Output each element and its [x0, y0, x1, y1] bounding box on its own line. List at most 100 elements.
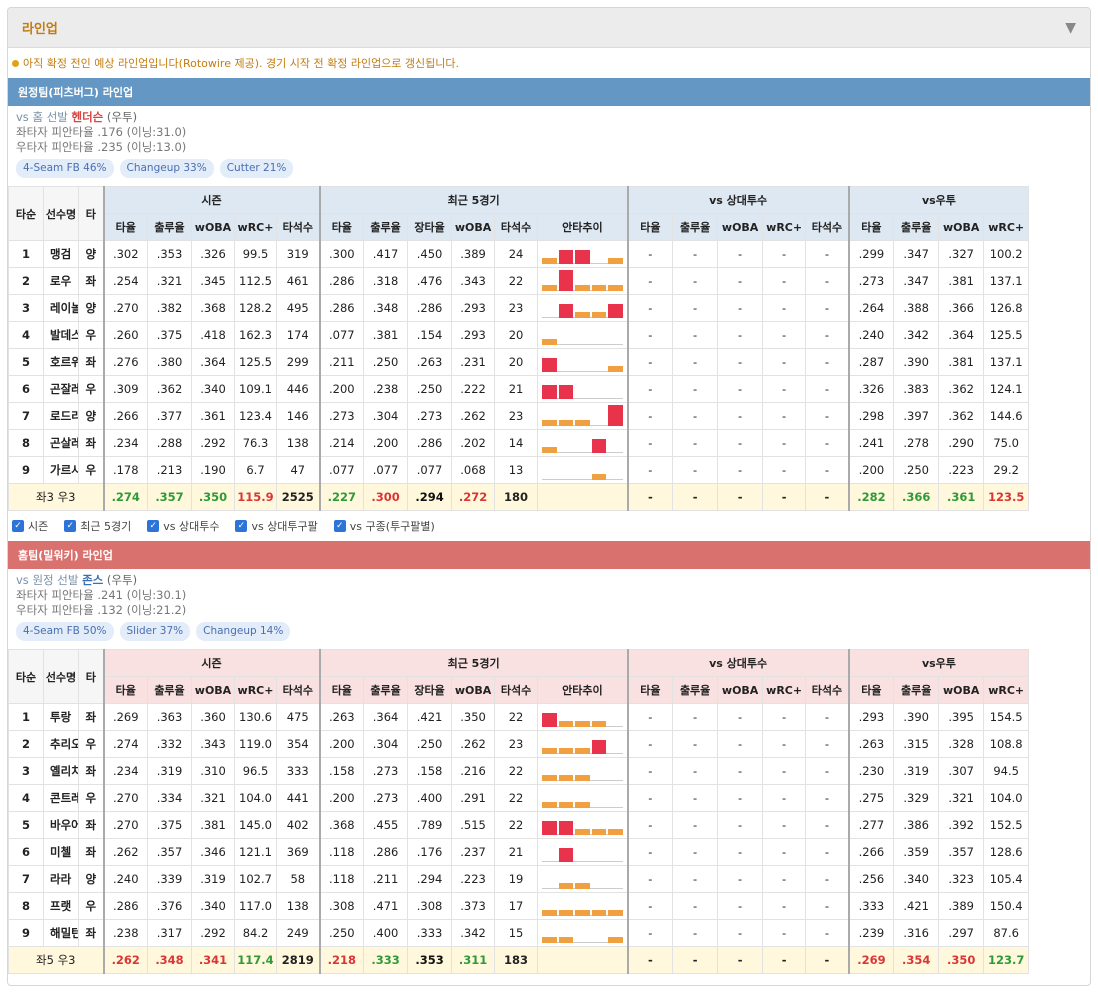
col-header[interactable]: 타율 — [847, 676, 895, 704]
col-header[interactable]: wOBA — [191, 676, 235, 704]
col-header[interactable]: wOBA — [191, 213, 235, 241]
col-header[interactable]: 안타추이 — [537, 676, 629, 704]
checkbox-checked-icon[interactable]: ✓ — [147, 520, 160, 532]
player-name[interactable]: 콘트레라스 — [43, 784, 79, 812]
player-name[interactable]: 호르위츠 — [43, 348, 79, 376]
option-1[interactable]: ✓ 최근 5경기 — [64, 518, 131, 534]
col-header[interactable]: 출루율 — [363, 213, 409, 241]
col-header[interactable]: 타율 — [102, 676, 148, 704]
col-header[interactable]: 타율 — [318, 676, 365, 704]
table-row[interactable]: 8곤살레스좌.234.288.29276.3138.214.200.286.20… — [8, 429, 1030, 457]
col-header[interactable]: 타율 — [847, 213, 895, 241]
table-row[interactable]: 5바우어스좌.270.375.381145.0402.368.455.789.5… — [8, 811, 1030, 839]
table-row[interactable]: 6 미첼 좌 .262.357.346 121.1 369.118.286.176.237… — [8, 838, 1030, 866]
col-header[interactable]: wRC+ — [983, 213, 1030, 241]
col-header[interactable]: 장타율 — [407, 213, 453, 241]
col-header[interactable]: 출루율 — [147, 213, 192, 241]
table-row[interactable]: 6곤잘레스우.309.362.340109.1446.200.238.250.2… — [8, 375, 1030, 403]
col-header[interactable]: 장타율 — [407, 676, 453, 704]
col-header[interactable]: wOBA — [938, 676, 985, 704]
col-header[interactable]: 출루율 — [672, 213, 719, 241]
col-header[interactable]: 타석수 — [805, 213, 850, 241]
col-header[interactable]: wRC+ — [983, 676, 1030, 704]
option-0[interactable]: ✓ 시즌 — [12, 518, 48, 534]
table-row[interactable]: 1 맹검 양 .302.353.326 99.5 319.300.417.450.389 2… — [8, 240, 1030, 268]
table-row[interactable]: 8 프랫 우 .286.376.340 117.0 138.308.471.308.373… — [8, 892, 1030, 920]
pitch-tag[interactable]: Slider 37% — [119, 622, 191, 641]
pitch-tag[interactable]: 4-Seam FB 46% — [16, 159, 114, 178]
player-name[interactable]: 옐리치 — [43, 757, 79, 785]
col-header[interactable]: 타석수 — [494, 213, 539, 241]
player-name[interactable]: 발데스 — [43, 321, 79, 349]
option-3[interactable]: ✓ vs 상대투구팔 — [235, 518, 318, 534]
player-name[interactable]: 가르시아 — [43, 456, 79, 484]
checkbox-checked-icon[interactable]: ✓ — [333, 520, 346, 532]
col-header[interactable]: 타석수 — [805, 676, 850, 704]
player-name[interactable]: 곤잘레스 — [43, 375, 79, 403]
checkbox-checked-icon[interactable]: ✓ — [12, 520, 24, 532]
table-row[interactable]: 4콘트레라스우.270.334.321104.0441.200.273.400.… — [8, 784, 1030, 812]
col-header[interactable]: 타율 — [102, 213, 148, 241]
col-header[interactable]: wRC+ — [234, 213, 277, 241]
col-header[interactable]: 출루율 — [893, 213, 940, 241]
player-name[interactable]: 바우어스 — [43, 811, 79, 839]
col-header[interactable]: wRC+ — [762, 213, 807, 241]
col-header[interactable]: wOBA — [451, 213, 496, 241]
player-name[interactable]: 레이놀즈 — [43, 294, 79, 322]
player-name[interactable]: 투랑 — [43, 703, 79, 731]
trend-bar — [591, 439, 607, 453]
pitch-tag[interactable]: Changeup 33% — [119, 159, 214, 178]
table-row[interactable]: 1 투랑 좌 .269.363.360 130.6 475.263.364.421.350… — [8, 703, 1030, 731]
col-header[interactable]: wRC+ — [762, 676, 807, 704]
hit-trend — [537, 703, 629, 731]
player-name[interactable]: 로우 — [43, 267, 79, 295]
table-row[interactable]: 5호르위츠좌.276.380.364125.5299.211.250.263.2… — [8, 348, 1030, 376]
table-row[interactable]: 7 라라 양 .240.339.319 102.7 58.118.211.294.223 1… — [8, 865, 1030, 893]
player-name[interactable]: 라라 — [43, 865, 79, 893]
player-name[interactable]: 프랫 — [43, 892, 79, 920]
col-header[interactable]: 타율 — [626, 676, 674, 704]
collapse-caret-icon[interactable]: ▼ — [1065, 20, 1076, 36]
player-name[interactable]: 로드리게스 — [43, 402, 79, 430]
table-row[interactable]: 9가르시아우.178.213.1906.747.077.077.077.0681… — [8, 456, 1030, 484]
table-row[interactable]: 2 로우 좌 .254.321.345 112.5 461.286.318.476.343… — [8, 267, 1030, 295]
col-header[interactable]: 타율 — [318, 213, 365, 241]
option-4[interactable]: ✓ vs 구종(투구팔별) — [333, 518, 435, 534]
player-name[interactable]: 해밀턴 — [43, 919, 79, 947]
checkbox-checked-icon[interactable]: ✓ — [235, 520, 248, 532]
col-header[interactable]: wOBA — [451, 676, 496, 704]
table-row[interactable]: 9해밀턴좌.238.317.29284.2249.250.400.333.342… — [8, 919, 1030, 947]
col-header[interactable]: wOBA — [938, 213, 985, 241]
pitch-tag[interactable]: 4-Seam FB 50% — [16, 622, 114, 641]
table-row[interactable]: 2추리오우.274.332.343119.0354.200.304.250.26… — [8, 730, 1030, 758]
player-name[interactable]: 맹검 — [43, 240, 79, 268]
col-header[interactable]: 안타추이 — [537, 213, 629, 241]
player-name[interactable]: 미첼 — [43, 838, 79, 866]
home-opp-pitcher[interactable]: 존스 — [82, 573, 103, 587]
col-header[interactable]: 출루율 — [363, 676, 409, 704]
player-name[interactable]: 추리오 — [43, 730, 79, 758]
col-header[interactable]: 출루율 — [672, 676, 719, 704]
table-row[interactable]: 7로드리게스양.266.377.361123.4146.273.304.273.… — [8, 402, 1030, 430]
col-header[interactable]: wOBA — [717, 676, 764, 704]
col-header[interactable]: 타율 — [626, 213, 674, 241]
panel-header[interactable]: 라인업 ▼ — [8, 8, 1090, 48]
col-header[interactable]: 출루율 — [147, 676, 192, 704]
col-header[interactable]: 타석수 — [275, 213, 321, 241]
table-row[interactable]: 4발데스우.260.375.418162.3174.077.381.154.29… — [8, 321, 1030, 349]
col-header[interactable]: 출루율 — [893, 676, 940, 704]
pitch-tag[interactable]: Cutter 21% — [219, 159, 294, 178]
player-name[interactable]: 곤살레스 — [43, 429, 79, 457]
col-header[interactable]: 타석수 — [494, 676, 539, 704]
table-row[interactable]: 3옐리치좌.234.319.31096.5333.158.273.158.216… — [8, 757, 1030, 785]
col-header[interactable]: wRC+ — [234, 676, 277, 704]
table-row[interactable]: 3레이놀즈양.270.382.368128.2495.286.348.286.2… — [8, 294, 1030, 322]
season-stat: 47 — [275, 456, 321, 484]
vs-pitcher-stat: - — [672, 919, 719, 947]
col-header[interactable]: wOBA — [717, 213, 764, 241]
pitch-tag[interactable]: Changeup 14% — [196, 622, 291, 641]
option-2[interactable]: ✓ vs 상대투수 — [147, 518, 219, 534]
col-header[interactable]: 타석수 — [275, 676, 321, 704]
checkbox-checked-icon[interactable]: ✓ — [64, 520, 77, 532]
away-opp-pitcher[interactable]: 헨더슨 — [72, 110, 104, 124]
